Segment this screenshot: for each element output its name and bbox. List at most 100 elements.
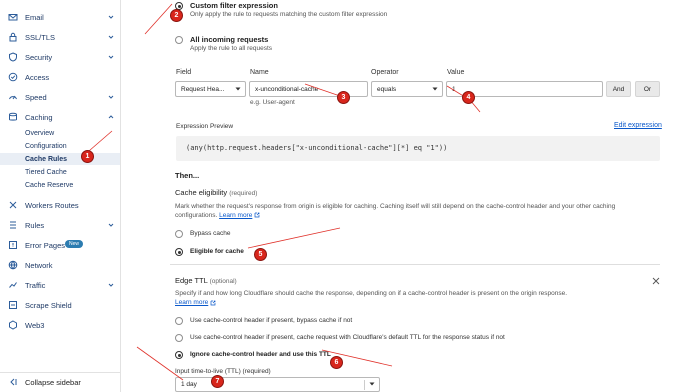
sidebar-item-label: Speed [25, 92, 47, 102]
collapse-sidebar-label: Collapse sidebar [25, 378, 81, 387]
edit-expression-link[interactable]: Edit expression [614, 122, 662, 129]
error-pages-icon [8, 240, 18, 250]
field-label: Field [176, 69, 192, 76]
sidebar-item-label: Caching [25, 112, 53, 122]
annotation-marker-3: 3 [337, 91, 350, 104]
ttl-option2-label: Use cache-control header if present, cac… [190, 334, 505, 341]
lock-icon [8, 32, 18, 42]
sidebar-item-traffic[interactable]: Traffic [0, 277, 120, 293]
new-badge: New [65, 240, 84, 248]
sidebar-item-rules[interactable]: Rules [0, 217, 120, 233]
sidebar-item-label: Error Pages [25, 240, 66, 250]
sidebar-item-label: SSL/TLS [25, 32, 56, 42]
sidebar-subitem-configuration[interactable]: Configuration [0, 140, 120, 152]
sidebar-item-label: Workers Routes [25, 200, 79, 210]
ttl-option3-label: Ignore cache-control header and use this… [190, 351, 331, 358]
annotation-marker-6: 6 [330, 356, 343, 369]
close-icon[interactable] [652, 277, 660, 285]
sidebar: Email SSL/TLS Security Access Speed Cach… [0, 0, 121, 392]
name-hint: e.g. User-agent [250, 99, 295, 106]
annotation-marker-7: 7 [211, 375, 224, 388]
value-label: Value [447, 69, 465, 76]
edge-ttl-desc: Specify if and how long Cloudflare shoul… [175, 290, 568, 297]
eligible-cache-label: Eligible for cache [190, 248, 244, 255]
collapse-sidebar-button[interactable]: Collapse sidebar [0, 372, 120, 390]
bypass-cache-label: Bypass cache [190, 230, 231, 237]
shield-icon [8, 52, 18, 62]
sidebar-item-speed[interactable]: Speed [0, 89, 120, 105]
sidebar-item-access[interactable]: Access [0, 69, 120, 85]
sidebar-item-error-pages[interactable]: Error Pages New [0, 237, 120, 253]
sidebar-item-label: Traffic [25, 280, 46, 290]
sidebar-item-network[interactable]: Network [0, 257, 120, 273]
traffic-icon [8, 280, 18, 290]
chevron-down-icon [108, 95, 114, 99]
sidebar-subitem-overview[interactable]: Overview [0, 127, 120, 139]
custom-filter-title: Custom filter expression [190, 1, 278, 10]
all-requests-desc: Apply the rule to all requests [190, 45, 273, 52]
sidebar-item-label: Rules [25, 220, 45, 230]
sidebar-item-label: Network [25, 260, 53, 270]
chevron-down-icon [108, 55, 114, 59]
ttl-select[interactable]: 1 day [175, 377, 380, 392]
sidebar-item-caching[interactable]: Caching [0, 109, 120, 125]
chevron-down-icon [108, 223, 114, 227]
or-button[interactable]: Or [635, 81, 660, 97]
annotation-marker-4: 4 [462, 91, 475, 104]
sidebar-item-scrape-shield[interactable]: Scrape Shield [0, 297, 120, 313]
sidebar-item-label: Web3 [25, 320, 45, 330]
chevron-down-icon [108, 15, 114, 19]
rules-icon [8, 220, 18, 230]
annotation-marker-1: 1 [81, 150, 94, 163]
and-button[interactable]: And [606, 81, 631, 97]
caching-icon [8, 112, 18, 122]
network-icon [8, 260, 18, 270]
ttl-option2-radio[interactable] [175, 334, 183, 342]
cache-eligibility-desc-2: configurations. Learn more [175, 212, 260, 219]
annotation-marker-5: 5 [254, 248, 267, 261]
collapse-arrow-icon [8, 377, 18, 387]
header-name-input[interactable]: x-unconditional-cache [249, 81, 368, 97]
sidebar-item-workers-routes[interactable]: Workers Routes [0, 197, 120, 213]
edge-ttl-learn-more-link[interactable]: Learn more [175, 299, 208, 306]
sidebar-item-security[interactable]: Security [0, 49, 120, 65]
sidebar-item-ssl[interactable]: SSL/TLS [0, 29, 120, 45]
sidebar-item-web3[interactable]: Web3 [0, 317, 120, 333]
web3-icon [8, 320, 18, 330]
caret-down-icon [369, 382, 375, 386]
access-icon [8, 72, 18, 82]
sidebar-item-label: Email [25, 12, 44, 22]
external-link-icon [254, 212, 260, 218]
all-requests-radio[interactable] [175, 36, 183, 44]
speed-icon [8, 92, 18, 102]
field-select[interactable]: Request Hea... [175, 81, 246, 97]
operator-label: Operator [371, 69, 399, 76]
ttl-option1-label: Use cache-control header if present, byp… [190, 317, 353, 324]
email-icon [8, 12, 18, 22]
custom-filter-desc: Only apply the rule to requests matching… [190, 11, 388, 18]
sidebar-item-email[interactable]: Email [0, 9, 120, 25]
operator-select[interactable]: equals [371, 81, 443, 97]
ttl-option3-radio[interactable] [175, 351, 183, 359]
chevron-down-icon [108, 35, 114, 39]
bypass-cache-radio[interactable] [175, 230, 183, 238]
main-content: Custom filter expression Only apply the … [122, 0, 690, 392]
name-label: Name [250, 69, 269, 76]
sidebar-subitem-tiered-cache[interactable]: Tiered Cache [0, 166, 120, 178]
expression-preview-code: (any(http.request.headers["x-uncondition… [176, 136, 660, 161]
expression-preview-label: Expression Preview [176, 123, 234, 130]
ttl-option1-radio[interactable] [175, 317, 183, 325]
ttl-input-label: Input time-to-live (TTL) (required) [175, 368, 271, 375]
sidebar-subitem-cache-reserve[interactable]: Cache Reserve [0, 179, 120, 191]
caret-down-icon [432, 87, 438, 91]
all-requests-title: All incoming requests [190, 35, 269, 44]
cache-eligibility-desc: Mark whether the request's response from… [175, 203, 616, 210]
sidebar-item-label: Security [25, 52, 53, 62]
then-heading: Then... [175, 171, 200, 180]
sidebar-subitem-cache-rules[interactable]: Cache Rules [0, 153, 120, 165]
chevron-up-icon [108, 115, 114, 119]
eligible-cache-radio[interactable] [175, 248, 183, 256]
learn-more-link[interactable]: Learn more [219, 212, 252, 219]
sidebar-item-label: Scrape Shield [25, 300, 72, 310]
workers-icon [8, 200, 18, 210]
